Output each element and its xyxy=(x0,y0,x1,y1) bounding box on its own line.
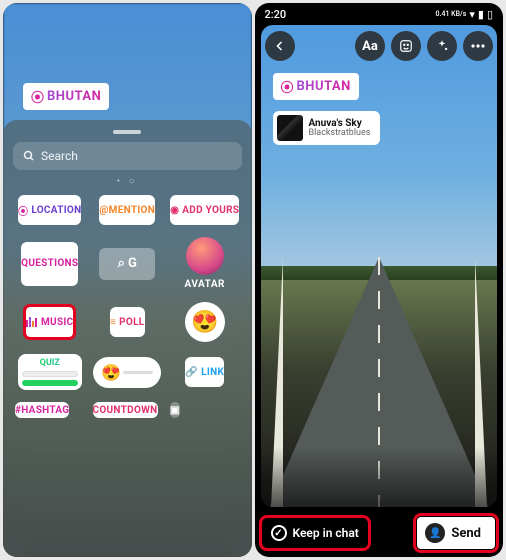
location-text: BHUTAN xyxy=(47,89,101,104)
sticker-hashtag[interactable]: #HASHTAG xyxy=(15,402,69,418)
music-title: Anuva's Sky xyxy=(309,118,371,129)
sticker-icon xyxy=(399,39,413,53)
sticker-emoji-heart-eyes[interactable]: 😍 xyxy=(185,302,225,342)
signal-icon: ▮ xyxy=(478,8,484,21)
editor-bottom-bar: ✓ Keep in chat 👤 Send xyxy=(255,509,504,557)
sticker-add-yours[interactable]: ◉ADD YOURS xyxy=(170,195,239,225)
sticker-gif[interactable]: ⌕G xyxy=(99,248,155,280)
send-button[interactable]: 👤 Send xyxy=(417,517,495,549)
sticker-drawer[interactable]: Search • ○ ⦿LOCATION @MENTION ◉ADD YOURS… xyxy=(3,120,252,557)
location-sticker[interactable]: ⦿ BHUTAN xyxy=(23,83,109,110)
status-bar: 2:20 0.41 KB/s ▾ ▮ ▯ xyxy=(255,3,504,25)
search-icon: ⌕ xyxy=(118,256,125,271)
sticker-mention[interactable]: @MENTION xyxy=(99,195,155,225)
check-circle-icon: ✓ xyxy=(271,525,287,541)
more-icon xyxy=(471,44,485,48)
sticker-questions[interactable]: QUESTIONS xyxy=(21,242,78,286)
gallery-icon: ▣ xyxy=(170,405,180,416)
sticker-gallery[interactable]: ▣ xyxy=(170,402,180,418)
sticker-location[interactable]: ⦿LOCATION xyxy=(18,195,81,225)
album-art xyxy=(277,115,303,141)
drawer-handle-icon[interactable] xyxy=(113,130,141,134)
keep-in-chat-button[interactable]: ✓ Keep in chat xyxy=(263,519,367,547)
sticker-tool-button[interactable] xyxy=(391,31,421,61)
dashboard-reflection xyxy=(261,447,498,507)
sticker-emoji-slider[interactable]: 😍 xyxy=(93,357,161,388)
location-pin-icon: ⦿ xyxy=(18,203,28,218)
page-indicator: • ○ xyxy=(13,176,242,187)
chevron-left-icon xyxy=(274,40,286,52)
music-sticker[interactable]: Anuva's Sky Blackstratblues xyxy=(273,111,381,145)
sticker-quiz[interactable]: QUIZ xyxy=(18,354,82,390)
editor-top-bar: Aa xyxy=(265,31,494,61)
location-sticker[interactable]: ⦿ BHUTAN xyxy=(273,73,359,100)
poll-icon: ≡ xyxy=(110,317,116,328)
sticker-grid: ⦿LOCATION @MENTION ◉ADD YOURS QUESTIONS … xyxy=(13,189,242,418)
music-bars-icon xyxy=(26,317,38,327)
location-pin-icon: ⦿ xyxy=(281,77,294,96)
link-icon: 🔗 xyxy=(185,367,198,378)
sticker-poll[interactable]: ≡POLL xyxy=(110,307,145,337)
sky xyxy=(261,25,498,276)
sparkle-icon xyxy=(435,39,449,53)
sticker-music[interactable]: MUSIC xyxy=(26,307,73,337)
text-tool-button[interactable]: Aa xyxy=(355,31,385,61)
left-phone: 2:19 0.24 KB/s ▾ ▮ ▯ ⦿ BHUTAN Search • ○… xyxy=(3,3,252,557)
search-icon xyxy=(23,150,35,162)
avatar-image xyxy=(186,237,224,275)
sticker-countdown[interactable]: COUNTDOWN xyxy=(93,402,158,418)
sticker-avatar[interactable]: AVATAR xyxy=(170,237,240,290)
location-text: BHUTAN xyxy=(297,79,351,94)
more-button[interactable] xyxy=(463,31,493,61)
battery-icon: ▯ xyxy=(487,8,493,21)
wifi-icon: ▾ xyxy=(469,8,475,21)
location-pin-icon: ⦿ xyxy=(31,87,44,106)
music-artist: Blackstratblues xyxy=(309,129,371,139)
camera-icon: ◉ xyxy=(170,205,179,216)
recipient-avatar-icon: 👤 xyxy=(425,523,445,543)
search-placeholder: Search xyxy=(41,149,78,163)
sticker-link[interactable]: 🔗LINK xyxy=(185,357,224,387)
effects-button[interactable] xyxy=(427,31,457,61)
status-net: 0.41 KB/s xyxy=(436,11,467,18)
slider-track xyxy=(123,371,153,374)
status-time: 2:20 xyxy=(265,8,287,21)
sticker-search-input[interactable]: Search xyxy=(13,142,242,170)
back-button[interactable] xyxy=(265,31,295,61)
right-phone: 2:20 0.41 KB/s ▾ ▮ ▯ Aa xyxy=(255,3,504,557)
